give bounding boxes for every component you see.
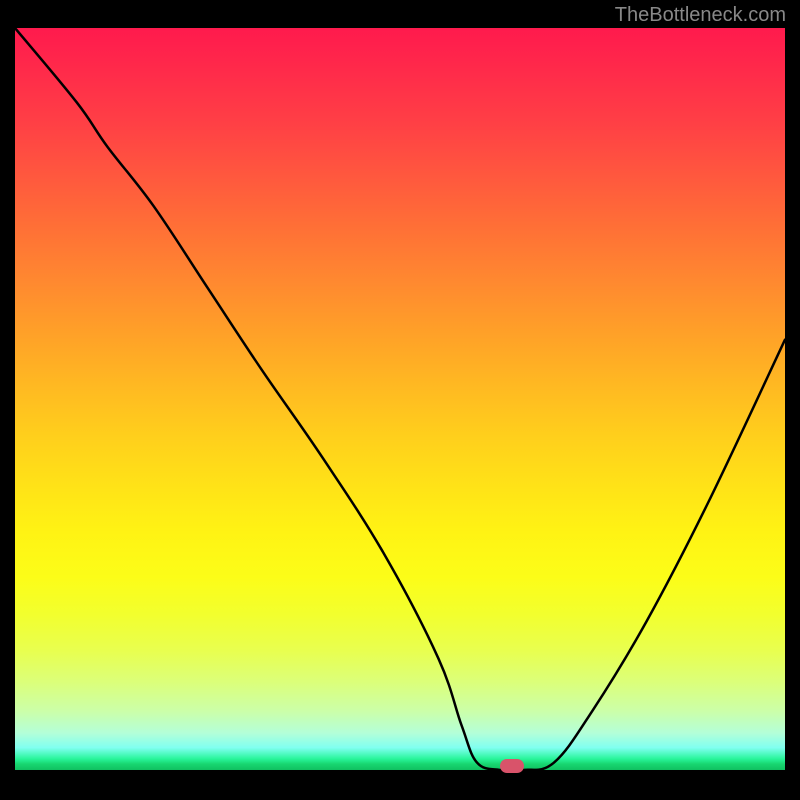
chart-curve-svg	[15, 28, 785, 770]
bottleneck-curve-line	[15, 28, 785, 770]
watermark-text: TheBottleneck.com	[615, 4, 786, 27]
optimal-point-marker	[500, 759, 524, 773]
chart-plot-area	[15, 28, 785, 770]
